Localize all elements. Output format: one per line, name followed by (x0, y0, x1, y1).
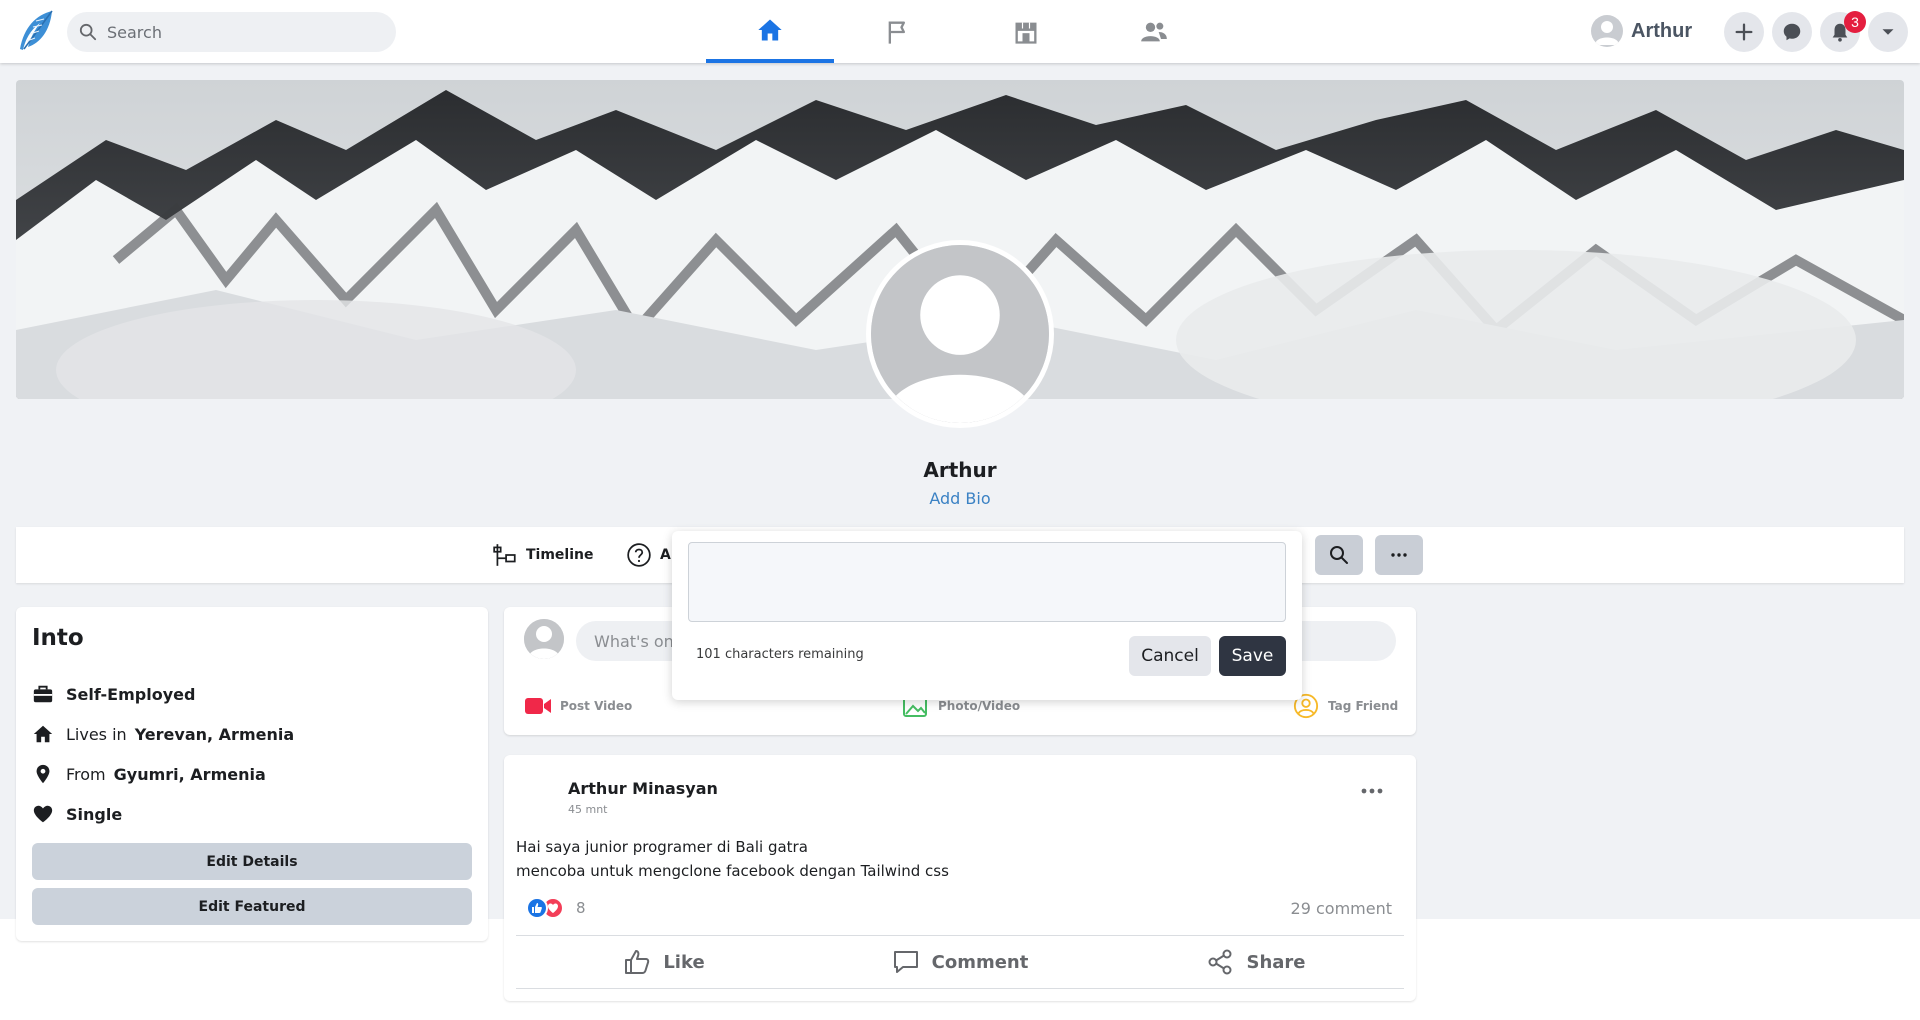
comment-button[interactable]: Comment (812, 936, 1108, 988)
characters-remaining: 101 characters remaining (696, 647, 864, 662)
tag-friend-label: Tag Friend (1328, 699, 1399, 713)
like-label: Like (663, 951, 705, 973)
like-button[interactable]: Like (516, 936, 812, 988)
intro-from: From Gyumri, Armenia (32, 762, 266, 786)
post-options-button[interactable] (1356, 777, 1388, 805)
profile-chip-name: Arthur (1631, 19, 1693, 42)
more-dots-icon (1391, 553, 1407, 557)
tab-timeline-label: Timeline (526, 547, 594, 563)
avatar (524, 619, 564, 659)
search-box[interactable] (67, 12, 396, 52)
post-body-line: Hai saya junior programer di Bali gatra (516, 838, 808, 856)
intro-card: Into Self-Employed Lives in Yerevan, Arm… (16, 607, 488, 941)
reaction-count: 8 (576, 899, 586, 917)
intro-work: Self-Employed (32, 682, 195, 706)
like-reaction-icon (526, 897, 548, 919)
search-icon (1330, 546, 1348, 564)
messenger-button[interactable] (1772, 12, 1812, 52)
profile-chip[interactable]: Arthur (1591, 11, 1692, 51)
post-video-label: Post Video (560, 699, 633, 713)
profile-name: Arthur (923, 458, 997, 482)
reaction-summary[interactable]: 8 (526, 897, 586, 919)
post-timestamp[interactable]: 45 mnt (568, 803, 608, 816)
location-pin-icon (36, 764, 50, 784)
caret-down-icon (1882, 29, 1894, 35)
intro-relationship: Single (32, 802, 122, 826)
post-card: Arthur Minasyan 45 mnt Hai saya junior p… (504, 755, 1416, 1001)
home-icon (33, 725, 53, 743)
nav-tab-pages[interactable] (834, 0, 962, 63)
post-body: Hai saya junior programer di Bali gatra … (516, 835, 949, 883)
post-body-line: mencoba untuk mengclone facebook dengan … (516, 862, 949, 880)
intro-from-label: From (66, 764, 106, 784)
post-author[interactable]: Arthur Minasyan (568, 779, 718, 798)
tab-timeline[interactable]: Timeline (492, 527, 594, 583)
post-video-button[interactable]: Post Video (524, 691, 632, 721)
save-button[interactable]: Save (1219, 636, 1286, 676)
search-input[interactable] (107, 22, 367, 42)
intro-lives-label: Lives in (66, 724, 127, 744)
share-label: Share (1246, 951, 1306, 973)
intro-lives-in: Lives in Yerevan, Armenia (32, 722, 294, 746)
comment-count[interactable]: 29 comment (1291, 899, 1392, 918)
intro-lives-value: Yerevan, Armenia (134, 724, 295, 744)
home-icon (758, 19, 782, 40)
intro-from-value: Gyumri, Armenia (113, 764, 266, 784)
plus-icon (1735, 23, 1753, 41)
intro-title: Into (32, 625, 84, 651)
store-icon (1015, 22, 1037, 44)
people-icon (1141, 22, 1167, 41)
feather-logo-icon[interactable] (14, 9, 56, 55)
cancel-button[interactable]: Cancel (1129, 636, 1211, 676)
timeline-icon (493, 544, 516, 566)
nav-tab-home[interactable] (706, 0, 834, 63)
add-bio-link[interactable]: Add Bio (0, 489, 1920, 508)
avatar (1591, 15, 1623, 47)
question-circle-icon (627, 543, 651, 567)
edit-details-button[interactable]: Edit Details (32, 843, 472, 880)
bio-editor-popup: 101 characters remaining Cancel Save (672, 531, 1302, 700)
profile-more-button[interactable] (1375, 535, 1423, 575)
thumbs-up-icon (625, 950, 650, 974)
notification-badge: 3 (1844, 11, 1866, 33)
video-camera-icon (525, 698, 551, 714)
edit-featured-button[interactable]: Edit Featured (32, 888, 472, 925)
photo-video-label: Photo/Video (938, 699, 1021, 713)
profile-search-button[interactable] (1315, 535, 1363, 575)
search-icon (79, 23, 97, 41)
tab-about[interactable]: Al (626, 527, 676, 583)
post-actions: Like Comment Share (516, 935, 1404, 989)
chat-bubble-icon (1783, 23, 1801, 41)
nav-tab-marketplace[interactable] (962, 0, 1090, 63)
share-icon (1208, 949, 1232, 975)
share-button[interactable]: Share (1108, 936, 1404, 988)
tag-friend-button[interactable]: Tag Friend (1292, 691, 1398, 721)
comment-icon (893, 951, 918, 973)
nav-tab-groups[interactable] (1090, 0, 1218, 63)
profile-picture[interactable] (866, 240, 1054, 428)
heart-icon (33, 805, 53, 823)
account-menu-button[interactable] (1868, 12, 1908, 52)
briefcase-icon (33, 685, 53, 703)
intro-relationship-value: Single (66, 804, 123, 824)
intro-work-value: Self-Employed (66, 684, 196, 704)
flag-icon (888, 21, 905, 44)
bio-textarea[interactable] (688, 542, 1286, 622)
more-dots-icon (1361, 788, 1383, 794)
top-navigation-bar: Arthur 3 (0, 0, 1920, 63)
comment-label: Comment (931, 951, 1029, 973)
create-button[interactable] (1724, 12, 1764, 52)
create-post-placeholder: What's on (594, 631, 674, 651)
